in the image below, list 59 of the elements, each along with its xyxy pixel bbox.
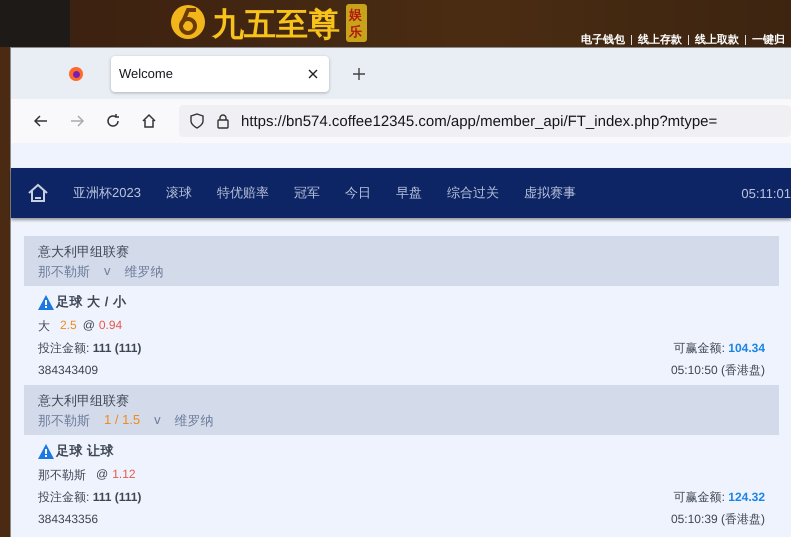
home-team: 那不勒斯 [38, 412, 90, 430]
versus-text: v [154, 412, 161, 429]
home-icon[interactable] [141, 113, 157, 129]
bet-time: 05:10:39 (香港盘) [670, 511, 765, 528]
at-sign: @ [82, 318, 95, 334]
warning-icon [38, 294, 54, 310]
reload-icon[interactable] [105, 113, 121, 129]
stake-value: 111 (111) [92, 490, 142, 504]
ticket-number: 384343409 [38, 362, 98, 379]
browser-tab[interactable]: Welcome [111, 56, 329, 92]
stake-label: 投注金额: [38, 341, 90, 355]
header-link[interactable]: 电子钱包 [575, 35, 631, 45]
nav-item[interactable]: 综合过关 [446, 184, 499, 202]
nav-item[interactable]: 冠军 [294, 184, 320, 202]
warning-icon [38, 444, 54, 458]
market-title: 足球 大 / 小 [56, 293, 126, 311]
win-label: 可赢金额: [674, 341, 725, 355]
handicap-text: 1 / 1.5 [104, 412, 140, 429]
plus-icon[interactable] [351, 66, 367, 82]
back-arrow-icon[interactable] [33, 113, 49, 129]
stake-value: 111 (111) [92, 341, 142, 355]
ticket-number: 384343356 [38, 511, 98, 528]
at-sign: @ [96, 467, 108, 483]
league-name: 意大利甲组联赛 [38, 243, 130, 261]
line-text: 2.5 [60, 318, 77, 334]
header-link[interactable]: 一键归 [745, 35, 791, 45]
stake-label: 投注金额: [38, 490, 90, 504]
win-value: 124.32 [728, 490, 765, 504]
firefox-icon[interactable] [68, 66, 84, 82]
win-label: 可赢金额: [674, 490, 725, 504]
logo-text: 九五至尊 [212, 4, 340, 44]
away-team: 维罗纳 [124, 263, 164, 281]
fireworks-image [0, 0, 70, 47]
logo-badge: 娱乐 [346, 4, 367, 42]
lock-icon[interactable] [215, 113, 231, 129]
odds-text: 0.94 [98, 318, 122, 334]
nav-item[interactable]: 滚球 [166, 184, 192, 202]
nav-item[interactable]: 亚洲杯2023 [73, 184, 141, 202]
clock-text: 05:11:01 [741, 186, 791, 200]
league-name: 意大利甲组联赛 [38, 392, 130, 410]
shield-icon[interactable] [189, 113, 205, 129]
bet-time: 05:10:50 (香港盘) [670, 362, 765, 379]
header-link[interactable]: 线上存款 [631, 35, 688, 45]
nav-item[interactable]: 特优赔率 [216, 184, 269, 202]
odds-text: 1.12 [112, 467, 136, 483]
versus-text: v [104, 263, 110, 280]
home-team: 那不勒斯 [38, 263, 90, 281]
logo-icon [170, 4, 206, 40]
nav-item[interactable]: 今日 [344, 184, 371, 202]
selection-text: 大 [38, 318, 50, 335]
nav-item[interactable]: 虚拟赛事 [524, 184, 576, 202]
header-link[interactable]: 线上取款 [688, 35, 745, 45]
market-title: 足球 让球 [56, 442, 114, 460]
home-icon[interactable] [27, 182, 49, 204]
selection-text: 那不勒斯 [38, 467, 86, 484]
win-value: 104.34 [728, 341, 765, 355]
nav-item[interactable]: 早盘 [396, 184, 422, 202]
away-team: 维罗纳 [174, 412, 214, 430]
address-bar[interactable]: https://bn574.coffee12345.com/app/member_api/FT_index.php?mtype= [179, 105, 791, 137]
